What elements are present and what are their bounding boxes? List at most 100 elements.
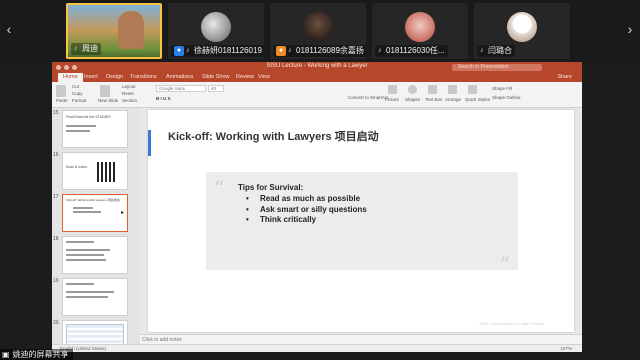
text-box-icon[interactable] [428,85,437,94]
participant-name: ● ♪ 徐赫妍0181126019 [171,45,264,57]
table-preview [66,324,124,344]
screen-share-label: ▣ 姚迪的屏幕共享 [0,349,73,360]
cut-button[interactable]: Cut [72,84,79,89]
mic-icon: ♪ [74,45,78,52]
participant-tile[interactable]: ● ♪ 0181126089余嘉扬 [270,3,366,59]
slide-number: 15 [53,110,59,116]
search-input[interactable]: Search in Presentation [452,64,542,71]
slide-thumbnails: 15 Final Exam for the STUDIES 16 Scan & … [52,108,140,344]
participant-face [118,11,144,49]
slide-thumbnail-selected[interactable]: Kick-off: Working with Lawyers 项目启动 ▸ [62,194,128,232]
shapes-icon[interactable] [408,85,417,94]
arrange-button[interactable]: Arrange [445,97,461,102]
font-size-select[interactable]: 40 [208,85,224,92]
share-banner-text: 姚迪的屏幕共享 [12,350,69,359]
participant-name: ♪ 闫璐合 [477,45,515,57]
window-titlebar: SISU Lecture - Working with a Lawyer Sea… [52,62,582,73]
participant-name: ● ♪ 0181126089余嘉扬 [273,45,366,57]
thumb-line [66,125,96,127]
slide-footer: SISU - Introduction to Legal Practice [479,321,544,326]
tab-design[interactable]: Design [106,73,123,82]
thumb-line [66,130,90,132]
slide-thumbnail[interactable]: Final Exam for the STUDIES [62,110,128,148]
participant-name: ♪ 周迪 [71,43,101,55]
tab-insert[interactable]: Insert [84,73,98,82]
text-box-button[interactable]: Text Box [425,97,442,102]
slide-thumbnail[interactable] [62,236,128,274]
shapes-button[interactable]: Shapes [405,97,420,102]
thumb-title: Kick-off: Working with Lawyers 项目启动 [66,198,120,202]
qr-code-icon [97,162,117,182]
thumb-title: Final Exam for the STUDIES [66,115,111,119]
copy-button[interactable]: Copy [72,91,83,96]
slide-title[interactable]: Kick-off: Working with Lawyers 项目启动 [168,128,379,144]
arrange-icon[interactable] [448,85,457,94]
participant-strip: ‹ ♪ 周迪 ● ♪ 徐赫妍0181126019 ● ♪ 0181126089余嘉扬 ♪ 0… [0,0,640,62]
current-slide[interactable]: Kick-off: Working with Lawyers 项目启动 “ Ti… [148,110,574,332]
thumb-line [66,254,104,256]
slide-number: 16 [53,152,59,158]
convert-smartart-button[interactable]: Convert to SmartArt [348,95,388,100]
thumb-line [73,211,101,213]
thumb-line [66,241,94,243]
tips-heading: Tips for Survival: [238,183,304,192]
tab-home[interactable]: Home [58,73,83,82]
avatar [507,12,537,42]
quote-box[interactable]: “ Tips for Survival: • Read as much as po… [206,172,518,276]
tab-slide-show[interactable]: Slide Show [202,73,230,82]
slide-thumbnail[interactable] [62,320,128,344]
text-format-buttons[interactable]: B I U S [156,96,171,101]
participant-tile[interactable]: ♪ 周迪 [66,3,162,59]
new-slide-icon[interactable] [100,85,110,97]
close-quote-icon: ” [499,252,510,276]
tab-animations[interactable]: Animations [166,73,193,82]
font-select[interactable]: Google Sans [156,85,206,92]
notes-field[interactable]: Click to add notes [140,334,582,344]
tab-review[interactable]: Review [236,73,254,82]
slide-number: 19 [53,278,59,284]
slide-number: 20 [53,320,59,326]
paste-icon[interactable] [56,85,66,97]
slide-thumbnail[interactable] [62,278,128,316]
title-accent-bar [148,130,151,156]
status-bar: English (United States) 107% [52,344,582,352]
tab-view[interactable]: View [258,73,270,82]
zoom-level[interactable]: 107% [560,345,572,353]
format-painter-button[interactable]: Format [72,98,86,103]
participant-name: ♪ 0181126030任... [375,45,448,57]
shape-fill-button[interactable]: Shape Fill [492,86,512,91]
user-icon: ● [276,46,286,56]
slide-thumbnail[interactable]: Scan & notes [62,152,128,190]
thumb-line [66,259,106,261]
thumb-line [66,296,108,298]
share-button[interactable]: Share [557,73,572,82]
list-item: • Think critically [246,215,317,224]
picture-icon[interactable] [388,85,397,94]
mic-icon: ♪ [186,47,190,54]
layout-button[interactable]: Layout [122,84,136,89]
reset-button[interactable]: Reset [122,91,134,96]
new-slide-button[interactable]: New Slide [98,98,118,103]
shape-outline-button[interactable]: Shape Outline [492,95,521,100]
paste-button[interactable]: Paste [56,98,68,103]
thumb-line [66,249,110,251]
mic-icon: ♪ [288,47,292,54]
thumb-line [66,291,114,293]
participant-tile[interactable]: ● ♪ 徐赫妍0181126019 [168,3,264,59]
chevron-right-icon[interactable]: › [624,20,636,38]
participant-tile[interactable]: ♪ 闫璐合 [474,3,570,59]
picture-button[interactable]: Picture [385,97,399,102]
participant-tile[interactable]: ♪ 0181126030任... [372,3,468,59]
thumb-line [66,283,94,285]
quick-styles-icon[interactable] [468,85,477,94]
ribbon: Paste Cut Copy Format New Slide Layout R… [52,82,582,108]
avatar [201,12,231,42]
section-button[interactable]: Section [122,98,137,103]
tab-transitions[interactable]: Transitions [130,73,157,82]
chevron-left-icon[interactable]: ‹ [3,20,15,38]
tips-list: • Read as much as possible • Ask smart or … [246,194,367,226]
powerpoint-window: SISU Lecture - Working with a Lawyer Sea… [52,62,582,352]
slide-editor: Kick-off: Working with Lawyers 项目启动 “ Ti… [140,108,582,344]
open-quote-icon: “ [214,176,225,200]
quick-styles-button[interactable]: Quick Styles [465,97,490,102]
